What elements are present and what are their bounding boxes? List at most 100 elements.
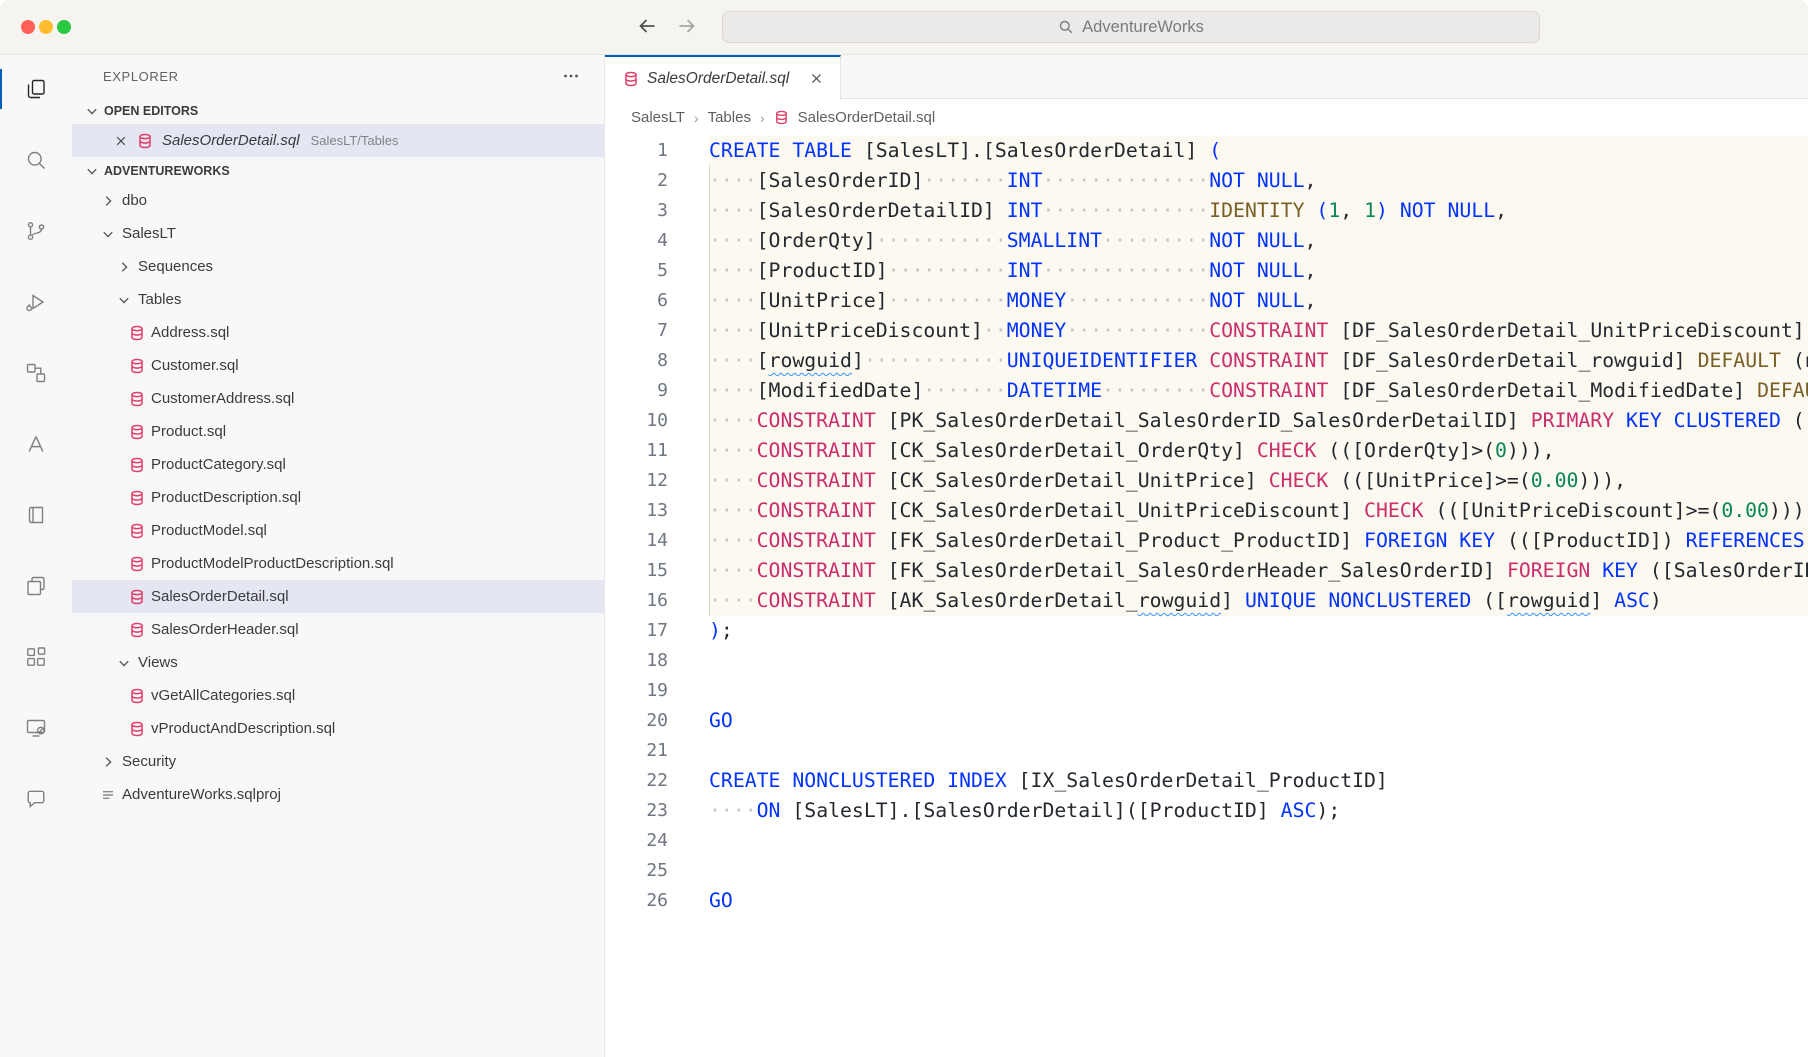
code-line-12[interactable]: 12····CONSTRAINT [CK_SalesOrderDetail_Un… <box>605 466 1808 496</box>
forward-button[interactable] <box>676 15 698 40</box>
code-line-17[interactable]: 17); <box>605 616 1808 646</box>
tree-item-productdescription-sql[interactable]: ProductDescription.sql <box>72 481 604 514</box>
code-line-26[interactable]: 26GO <box>605 886 1808 916</box>
code-line-6[interactable]: 6····[UnitPrice]··········MONEY·········… <box>605 286 1808 316</box>
code-text: ····[UnitPriceDiscount]··MONEY··········… <box>709 316 1808 346</box>
code-line-4[interactable]: 4····[OrderQty]···········SMALLINT······… <box>605 226 1808 256</box>
tree-item-vgetallcategories-sql[interactable]: vGetAllCategories.sql <box>72 679 604 712</box>
activity-run-debug-button[interactable] <box>0 278 72 326</box>
project-section-label: ADVENTUREWORKS <box>104 164 230 178</box>
tab-salesorderdetail-sql[interactable]: SalesOrderDetail.sql <box>605 55 841 100</box>
line-number: 15 <box>605 556 709 586</box>
code-line-11[interactable]: 11····CONSTRAINT [CK_SalesOrderDetail_Or… <box>605 436 1808 466</box>
breadcrumb-item-schema[interactable]: SalesLT <box>631 109 685 126</box>
database-icon <box>129 391 145 407</box>
more-actions-button[interactable] <box>562 67 580 85</box>
code-line-18[interactable]: 18 <box>605 646 1808 676</box>
close-window-button[interactable] <box>21 20 35 34</box>
open-editors-section-header[interactable]: OPEN EDITORS <box>72 97 604 124</box>
back-button[interactable] <box>636 15 658 40</box>
tree-item-saleslt[interactable]: SalesLT <box>72 217 604 250</box>
breadcrumb-item-file[interactable]: SalesOrderDetail.sql <box>798 109 936 126</box>
file-tree: dboSalesLTSequencesTablesAddress.sqlCust… <box>72 184 604 811</box>
tree-item-salesorderheader-sql[interactable]: SalesOrderHeader.sql <box>72 613 604 646</box>
close-icon <box>114 134 128 148</box>
code-line-23[interactable]: 23····ON [SalesLT].[SalesOrderDetail]([P… <box>605 796 1808 826</box>
tree-item-dbo[interactable]: dbo <box>72 184 604 217</box>
code-line-16[interactable]: 16····CONSTRAINT [AK_SalesOrderDetail_ro… <box>605 586 1808 616</box>
code-line-22[interactable]: 22CREATE NONCLUSTERED INDEX [IX_SalesOrd… <box>605 766 1808 796</box>
activity-comments-button[interactable] <box>0 775 72 823</box>
tree-item-address-sql[interactable]: Address.sql <box>72 316 604 349</box>
tree-item-customeraddress-sql[interactable]: CustomerAddress.sql <box>72 382 604 415</box>
tree-item-productcategory-sql[interactable]: ProductCategory.sql <box>72 448 604 481</box>
tree-item-productmodelproductdescription-sql[interactable]: ProductModelProductDescription.sql <box>72 547 604 580</box>
zoom-window-button[interactable] <box>57 20 71 34</box>
code-line-10[interactable]: 10····CONSTRAINT [PK_SalesOrderDetail_Sa… <box>605 406 1808 436</box>
activity-search-button[interactable] <box>0 136 72 184</box>
tree-item-tables[interactable]: Tables <box>72 283 604 316</box>
line-number: 21 <box>605 736 709 766</box>
line-number: 1 <box>605 136 709 166</box>
code-line-15[interactable]: 15····CONSTRAINT [FK_SalesOrderDetail_Sa… <box>605 556 1808 586</box>
code-line-25[interactable]: 25 <box>605 856 1808 886</box>
tree-item-salesorderdetail-sql[interactable]: SalesOrderDetail.sql <box>72 580 604 613</box>
code-line-20[interactable]: 20GO <box>605 706 1808 736</box>
code-line-9[interactable]: 9····[ModifiedDate]·······DATETIME······… <box>605 376 1808 406</box>
explorer-sidebar: EXPLORER OPEN EDITORS SalesOrderDetail.s… <box>72 55 605 1057</box>
activity-library-button[interactable] <box>0 562 72 610</box>
tree-item-security[interactable]: Security <box>72 745 604 778</box>
search-icon <box>1058 19 1074 35</box>
code-line-2[interactable]: 2····[SalesOrderID]·······INT···········… <box>605 166 1808 196</box>
tab-bar: SalesOrderDetail.sql <box>605 55 1808 99</box>
close-editor-button[interactable] <box>114 134 128 148</box>
activity-explorer-button[interactable] <box>0 65 72 113</box>
code-line-5[interactable]: 5····[ProductID]··········INT···········… <box>605 256 1808 286</box>
vscode-window: AdventureWorks <box>0 0 1808 1057</box>
code-line-7[interactable]: 7····[UnitPriceDiscount]··MONEY·········… <box>605 316 1808 346</box>
tree-item-label: ProductModel.sql <box>151 522 267 539</box>
tree-item-label: Views <box>138 654 178 671</box>
code-line-1[interactable]: 1CREATE TABLE [SalesLT].[SalesOrderDetai… <box>605 136 1808 166</box>
line-number: 3 <box>605 196 709 226</box>
code-editor[interactable]: 1CREATE TABLE [SalesLT].[SalesOrderDetai… <box>605 136 1808 1057</box>
tab-label: SalesOrderDetail.sql <box>647 70 789 88</box>
tree-item-product-sql[interactable]: Product.sql <box>72 415 604 448</box>
activity-bar <box>0 55 72 1057</box>
open-editor-item[interactable]: SalesOrderDetail.sql SalesLT/Tables <box>72 124 604 157</box>
code-text: ····[SalesOrderDetailID] INT············… <box>709 196 1808 226</box>
code-line-14[interactable]: 14····CONSTRAINT [FK_SalesOrderDetail_Pr… <box>605 526 1808 556</box>
tree-item-adventureworks-sqlproj[interactable]: AdventureWorks.sqlproj <box>72 778 604 811</box>
tree-item-views[interactable]: Views <box>72 646 604 679</box>
code-line-24[interactable]: 24 <box>605 826 1808 856</box>
line-number: 22 <box>605 766 709 796</box>
line-number: 2 <box>605 166 709 196</box>
code-line-3[interactable]: 3····[SalesOrderDetailID] INT···········… <box>605 196 1808 226</box>
line-number: 18 <box>605 646 709 676</box>
tree-item-label: vProductAndDescription.sql <box>151 720 335 737</box>
tree-item-label: AdventureWorks.sqlproj <box>122 786 281 803</box>
activity-remote-explorer-button[interactable] <box>0 704 72 752</box>
activity-notebooks-button[interactable] <box>0 491 72 539</box>
code-line-19[interactable]: 19 <box>605 676 1808 706</box>
code-line-8[interactable]: 8····[rowguid]············UNIQUEIDENTIFI… <box>605 346 1808 376</box>
activity-database-projects-button[interactable] <box>0 349 72 397</box>
tree-item-vproductanddescription-sql[interactable]: vProductAndDescription.sql <box>72 712 604 745</box>
tree-item-productmodel-sql[interactable]: ProductModel.sql <box>72 514 604 547</box>
code-line-21[interactable]: 21 <box>605 736 1808 766</box>
command-center[interactable]: AdventureWorks <box>722 11 1540 43</box>
tree-item-sequences[interactable]: Sequences <box>72 250 604 283</box>
project-section-header[interactable]: ADVENTUREWORKS <box>72 157 604 184</box>
minimize-window-button[interactable] <box>39 20 53 34</box>
breadcrumb-item-folder[interactable]: Tables <box>708 109 751 126</box>
tree-item-customer-sql[interactable]: Customer.sql <box>72 349 604 382</box>
activity-azure-button[interactable] <box>0 420 72 468</box>
tree-item-label: vGetAllCategories.sql <box>151 687 295 704</box>
activity-extensions-button[interactable] <box>0 633 72 681</box>
search-icon <box>24 148 48 172</box>
azure-icon <box>24 432 48 456</box>
activity-source-control-button[interactable] <box>0 207 72 255</box>
database-icon <box>129 358 145 374</box>
code-line-13[interactable]: 13····CONSTRAINT [CK_SalesOrderDetail_Un… <box>605 496 1808 526</box>
close-tab-button[interactable] <box>807 69 826 88</box>
